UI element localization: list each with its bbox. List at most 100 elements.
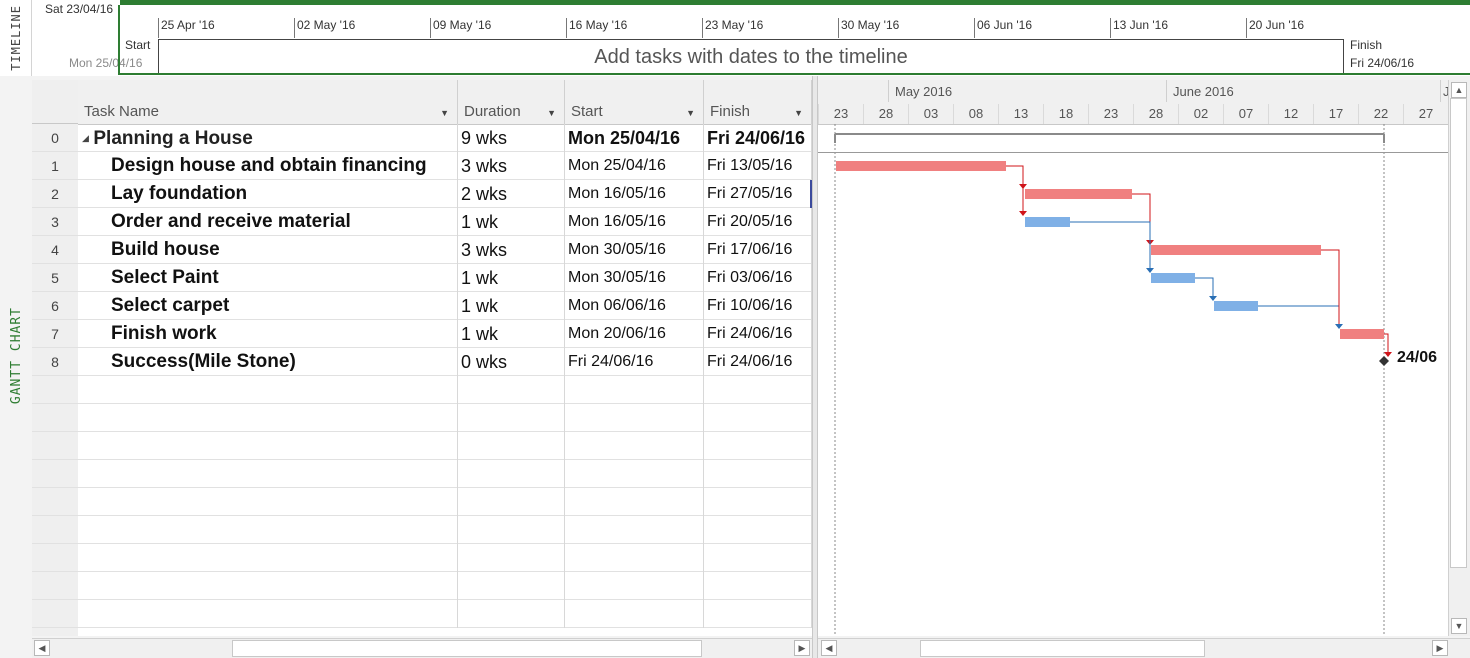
table-row[interactable]: Lay foundation 2 wks Mon 16/05/16 Fri 27… xyxy=(78,180,812,208)
duration-cell[interactable]: 1 wk xyxy=(458,292,565,320)
empty-row-id[interactable] xyxy=(32,376,78,404)
table-row[interactable]: Success(Mile Stone) 0 wks Fri 24/06/16 F… xyxy=(78,348,812,376)
empty-table-row[interactable] xyxy=(78,544,812,572)
empty-row-id[interactable] xyxy=(32,572,78,600)
empty-row-id[interactable] xyxy=(32,600,78,628)
summary-task-bar[interactable] xyxy=(834,133,1385,143)
duration-cell[interactable]: 9 wks xyxy=(458,124,565,152)
column-header-finish[interactable]: Finish ▼ xyxy=(704,80,812,124)
finish-cell[interactable]: Fri 24/06/16 xyxy=(704,320,812,348)
vertical-scroll-thumb[interactable] xyxy=(1450,98,1467,568)
finish-cell[interactable]: Fri 20/05/16 xyxy=(704,208,812,236)
gantt-horizontal-scroll-thumb[interactable] xyxy=(920,640,1205,657)
empty-table-row[interactable] xyxy=(78,600,812,628)
row-id[interactable]: 2 xyxy=(32,180,78,208)
row-id[interactable]: 3 xyxy=(32,208,78,236)
duration-cell[interactable]: 3 wks xyxy=(458,236,565,264)
table-row[interactable]: Design house and obtain financing 3 wks … xyxy=(78,152,812,180)
column-header-duration[interactable]: Duration ▼ xyxy=(458,80,565,124)
gantt-chart-area[interactable]: May 2016 June 2016 J 23 28 03 08 13 18 2… xyxy=(818,80,1448,636)
finish-cell[interactable]: Fri 24/06/16 xyxy=(704,348,812,376)
row-id[interactable]: 6 xyxy=(32,292,78,320)
start-cell[interactable]: Mon 20/06/16 xyxy=(565,320,704,348)
scroll-right-icon[interactable]: ▶ xyxy=(794,640,810,656)
task-bar-critical[interactable] xyxy=(836,161,1006,171)
table-horizontal-scroll-thumb[interactable] xyxy=(232,640,702,657)
collapse-triangle-icon[interactable]: ◢ xyxy=(82,133,89,143)
milestone-diamond-icon[interactable] xyxy=(1379,356,1389,366)
task-bar[interactable] xyxy=(1025,217,1070,227)
scroll-left-icon[interactable]: ◀ xyxy=(34,640,50,656)
task-name-cell[interactable]: Select carpet xyxy=(78,292,458,320)
duration-cell[interactable]: 1 wk xyxy=(458,320,565,348)
table-row[interactable]: Select Paint 1 wk Mon 30/05/16 Fri 03/06… xyxy=(78,264,812,292)
empty-table-row[interactable] xyxy=(78,488,812,516)
empty-row-id[interactable] xyxy=(32,404,78,432)
row-id[interactable]: 8 xyxy=(32,348,78,376)
row-id[interactable]: 7 xyxy=(32,320,78,348)
row-id[interactable]: 0 xyxy=(32,124,78,152)
table-row[interactable]: Finish work 1 wk Mon 20/06/16 Fri 24/06/… xyxy=(78,320,812,348)
duration-cell[interactable]: 1 wk xyxy=(458,208,565,236)
empty-table-row[interactable] xyxy=(78,376,812,404)
scroll-up-icon[interactable]: ▲ xyxy=(1451,82,1467,98)
task-name-cell[interactable]: Success(Mile Stone) xyxy=(78,348,458,376)
timeline-placeholder[interactable]: Add tasks with dates to the timeline xyxy=(158,42,1344,72)
start-cell[interactable]: Mon 16/05/16 xyxy=(565,208,704,236)
scroll-right-icon[interactable]: ▶ xyxy=(1432,640,1448,656)
empty-row-id[interactable] xyxy=(32,460,78,488)
scroll-left-icon[interactable]: ◀ xyxy=(821,640,837,656)
table-row[interactable]: Order and receive material 1 wk Mon 16/0… xyxy=(78,208,812,236)
empty-table-row[interactable] xyxy=(78,460,812,488)
finish-cell[interactable]: Fri 10/06/16 xyxy=(704,292,812,320)
task-bar-critical[interactable] xyxy=(1340,329,1384,339)
dropdown-arrow-icon[interactable]: ▼ xyxy=(686,108,695,118)
start-cell[interactable]: Mon 25/04/16 xyxy=(565,124,704,152)
empty-row-id[interactable] xyxy=(32,516,78,544)
gantt-chart-view-label[interactable]: GANTT CHART xyxy=(0,76,32,636)
task-name-cell[interactable]: Select Paint xyxy=(78,264,458,292)
duration-cell[interactable]: 0 wks xyxy=(458,348,565,376)
dropdown-arrow-icon[interactable]: ▼ xyxy=(794,108,803,118)
finish-cell[interactable]: Fri 27/05/16 xyxy=(704,180,812,208)
table-row[interactable]: Build house 3 wks Mon 30/05/16 Fri 17/06… xyxy=(78,236,812,264)
table-row[interactable]: ◢ Planning a House 9 wks Mon 25/04/16 Fr… xyxy=(78,124,812,152)
task-bar-critical[interactable] xyxy=(1025,189,1132,199)
row-id[interactable]: 5 xyxy=(32,264,78,292)
select-all-corner[interactable] xyxy=(32,80,78,124)
start-cell[interactable]: Fri 24/06/16 xyxy=(565,348,704,376)
finish-cell[interactable]: Fri 03/06/16 xyxy=(704,264,812,292)
duration-cell[interactable]: 2 wks xyxy=(458,180,565,208)
column-header-task-name[interactable]: Task Name ▼ xyxy=(78,80,458,124)
table-row[interactable]: Select carpet 1 wk Mon 06/06/16 Fri 10/0… xyxy=(78,292,812,320)
empty-row-id[interactable] xyxy=(32,432,78,460)
duration-cell[interactable]: 1 wk xyxy=(458,264,565,292)
finish-cell[interactable]: Fri 24/06/16 xyxy=(704,124,812,152)
row-id[interactable]: 4 xyxy=(32,236,78,264)
timeline-view-label[interactable]: TIMELINE xyxy=(2,0,30,76)
dropdown-arrow-icon[interactable]: ▼ xyxy=(440,108,449,118)
task-name-cell[interactable]: ◢ Planning a House xyxy=(78,124,458,152)
column-header-start[interactable]: Start ▼ xyxy=(565,80,704,124)
task-bar[interactable] xyxy=(1151,273,1195,283)
start-cell[interactable]: Mon 25/04/16 xyxy=(565,152,704,180)
finish-cell[interactable]: Fri 13/05/16 xyxy=(704,152,812,180)
dropdown-arrow-icon[interactable]: ▼ xyxy=(547,108,556,118)
task-name-cell[interactable]: Design house and obtain financing xyxy=(78,152,458,180)
task-bar[interactable] xyxy=(1214,301,1258,311)
task-name-cell[interactable]: Build house xyxy=(78,236,458,264)
row-id[interactable]: 1 xyxy=(32,152,78,180)
finish-cell[interactable]: Fri 17/06/16 xyxy=(704,236,812,264)
task-name-cell[interactable]: Order and receive material xyxy=(78,208,458,236)
start-cell[interactable]: Mon 30/05/16 xyxy=(565,264,704,292)
start-cell[interactable]: Mon 30/05/16 xyxy=(565,236,704,264)
task-name-cell[interactable]: Finish work xyxy=(78,320,458,348)
task-name-cell[interactable]: Lay foundation xyxy=(78,180,458,208)
empty-table-row[interactable] xyxy=(78,432,812,460)
start-cell[interactable]: Mon 16/05/16 xyxy=(565,180,704,208)
empty-table-row[interactable] xyxy=(78,572,812,600)
empty-row-id[interactable] xyxy=(32,544,78,572)
start-cell[interactable]: Mon 06/06/16 xyxy=(565,292,704,320)
scroll-down-icon[interactable]: ▼ xyxy=(1451,618,1467,634)
empty-table-row[interactable] xyxy=(78,516,812,544)
